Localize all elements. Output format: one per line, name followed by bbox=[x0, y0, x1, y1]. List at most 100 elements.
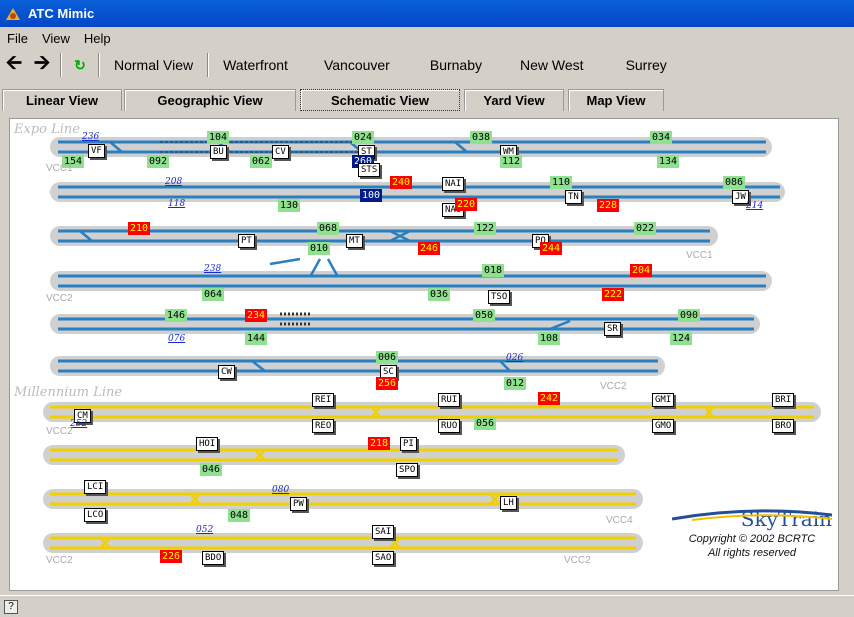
station-vf[interactable]: VF bbox=[88, 144, 105, 158]
block-056[interactable]: 056 bbox=[474, 417, 497, 430]
signal-236[interactable]: 236 bbox=[82, 132, 99, 142]
station-sr[interactable]: SR bbox=[604, 322, 621, 336]
signal-026[interactable]: 026 bbox=[506, 353, 523, 363]
station-cv[interactable]: CV bbox=[272, 145, 289, 159]
block-062[interactable]: 062 bbox=[250, 155, 273, 168]
block-244[interactable]: 244 bbox=[540, 242, 563, 255]
block-210[interactable]: 210 bbox=[128, 222, 151, 235]
station-mt[interactable]: MT bbox=[346, 234, 363, 248]
menu-help[interactable]: Help bbox=[77, 31, 118, 46]
station-bu[interactable]: BU bbox=[210, 145, 227, 159]
station-nai[interactable]: NAI bbox=[442, 177, 465, 191]
block-256[interactable]: 256 bbox=[376, 377, 399, 390]
block-012[interactable]: 012 bbox=[504, 377, 527, 390]
block-068[interactable]: 068 bbox=[317, 222, 340, 235]
station-rui[interactable]: RUI bbox=[438, 393, 461, 407]
tab-geographic-view[interactable]: Geographic View bbox=[124, 89, 296, 111]
station-pi[interactable]: PI bbox=[400, 437, 417, 451]
block-130[interactable]: 130 bbox=[278, 199, 301, 212]
waterfront-button[interactable]: Waterfront bbox=[213, 57, 314, 73]
station-pw[interactable]: PW bbox=[290, 497, 307, 511]
station-sao[interactable]: SAO bbox=[372, 551, 395, 565]
station-bro[interactable]: BRO bbox=[772, 419, 795, 433]
block-018[interactable]: 018 bbox=[482, 264, 505, 277]
block-240[interactable]: 240 bbox=[390, 176, 413, 189]
signal-214[interactable]: 214 bbox=[746, 201, 763, 211]
block-146[interactable]: 146 bbox=[165, 309, 188, 322]
block-122[interactable]: 122 bbox=[474, 222, 497, 235]
block-204[interactable]: 204 bbox=[630, 264, 653, 277]
block-234[interactable]: 234 bbox=[245, 309, 268, 322]
block-046[interactable]: 046 bbox=[200, 463, 223, 476]
tab-linear-view[interactable]: Linear View bbox=[2, 89, 122, 111]
block-006[interactable]: 006 bbox=[376, 351, 399, 364]
block-228[interactable]: 228 bbox=[597, 199, 620, 212]
signal-080[interactable]: 080 bbox=[272, 485, 289, 495]
tab-schematic-view[interactable]: Schematic View bbox=[300, 89, 460, 111]
block-010[interactable]: 010 bbox=[308, 242, 331, 255]
block-048[interactable]: 048 bbox=[228, 509, 251, 522]
block-110[interactable]: 110 bbox=[550, 176, 573, 189]
block-220[interactable]: 220 bbox=[455, 198, 478, 211]
block-050[interactable]: 050 bbox=[473, 309, 496, 322]
vancouver-button[interactable]: Vancouver bbox=[314, 57, 420, 73]
station-tso[interactable]: TSO bbox=[488, 290, 511, 304]
forward-arrow-icon[interactable]: 🡪 bbox=[28, 52, 56, 78]
burnaby-button[interactable]: Burnaby bbox=[420, 57, 510, 73]
signal-238[interactable]: 238 bbox=[204, 264, 221, 274]
surrey-button[interactable]: Surrey bbox=[616, 57, 677, 73]
back-arrow-icon[interactable]: 🡨 bbox=[0, 52, 28, 78]
block-134[interactable]: 134 bbox=[657, 155, 680, 168]
block-100[interactable]: 100 bbox=[360, 189, 383, 202]
station-ruo[interactable]: RUO bbox=[438, 419, 461, 433]
signal-076[interactable]: 076 bbox=[168, 334, 185, 344]
block-108[interactable]: 108 bbox=[538, 332, 561, 345]
block-112[interactable]: 112 bbox=[500, 155, 523, 168]
block-024[interactable]: 024 bbox=[352, 131, 375, 144]
block-222[interactable]: 222 bbox=[602, 288, 625, 301]
block-124[interactable]: 124 bbox=[670, 332, 693, 345]
menu-file[interactable]: File bbox=[0, 31, 35, 46]
block-034[interactable]: 034 bbox=[650, 131, 673, 144]
help-icon[interactable]: ? bbox=[4, 599, 18, 614]
station-bdo[interactable]: BDO bbox=[202, 551, 225, 565]
tab-map-view[interactable]: Map View bbox=[568, 89, 664, 111]
block-144[interactable]: 144 bbox=[245, 332, 268, 345]
block-226[interactable]: 226 bbox=[160, 550, 183, 563]
station-hoi[interactable]: HOI bbox=[196, 437, 219, 451]
station-cw[interactable]: CW bbox=[218, 365, 235, 379]
block-064[interactable]: 064 bbox=[202, 288, 225, 301]
station-lci[interactable]: LCI bbox=[84, 480, 107, 494]
signal-118[interactable]: 118 bbox=[168, 199, 185, 209]
station-tn[interactable]: TN bbox=[565, 190, 582, 204]
block-086[interactable]: 086 bbox=[723, 176, 746, 189]
station-pt[interactable]: PT bbox=[238, 234, 255, 248]
station-gmo[interactable]: GMO bbox=[652, 419, 675, 433]
signal-052[interactable]: 052 bbox=[196, 525, 213, 535]
block-092[interactable]: 092 bbox=[147, 155, 170, 168]
block-218[interactable]: 218 bbox=[368, 437, 391, 450]
tab-yard-view[interactable]: Yard View bbox=[464, 89, 564, 111]
station-gmi[interactable]: GMI bbox=[652, 393, 675, 407]
title-bar[interactable]: ATC Mimic bbox=[0, 0, 854, 27]
block-242[interactable]: 242 bbox=[538, 392, 561, 405]
station-sai[interactable]: SAI bbox=[372, 525, 395, 539]
menu-view[interactable]: View bbox=[35, 31, 77, 46]
station-rei[interactable]: REI bbox=[312, 393, 335, 407]
block-246[interactable]: 246 bbox=[418, 242, 441, 255]
block-104[interactable]: 104 bbox=[207, 131, 230, 144]
block-090[interactable]: 090 bbox=[678, 309, 701, 322]
block-022[interactable]: 022 bbox=[634, 222, 657, 235]
station-reo[interactable]: REO bbox=[312, 419, 335, 433]
station-sts[interactable]: STS bbox=[358, 163, 381, 177]
signal-208[interactable]: 208 bbox=[165, 177, 182, 187]
refresh-icon[interactable]: ↻ bbox=[66, 52, 94, 78]
new-west-button[interactable]: New West bbox=[510, 57, 616, 73]
station-lh[interactable]: LH bbox=[500, 496, 517, 510]
station-lco[interactable]: LCO bbox=[84, 508, 107, 522]
station-spo[interactable]: SPO bbox=[396, 463, 419, 477]
normal-view-button[interactable]: Normal View bbox=[104, 57, 203, 73]
block-036[interactable]: 036 bbox=[428, 288, 451, 301]
station-bri[interactable]: BRI bbox=[772, 393, 795, 407]
block-038[interactable]: 038 bbox=[470, 131, 493, 144]
